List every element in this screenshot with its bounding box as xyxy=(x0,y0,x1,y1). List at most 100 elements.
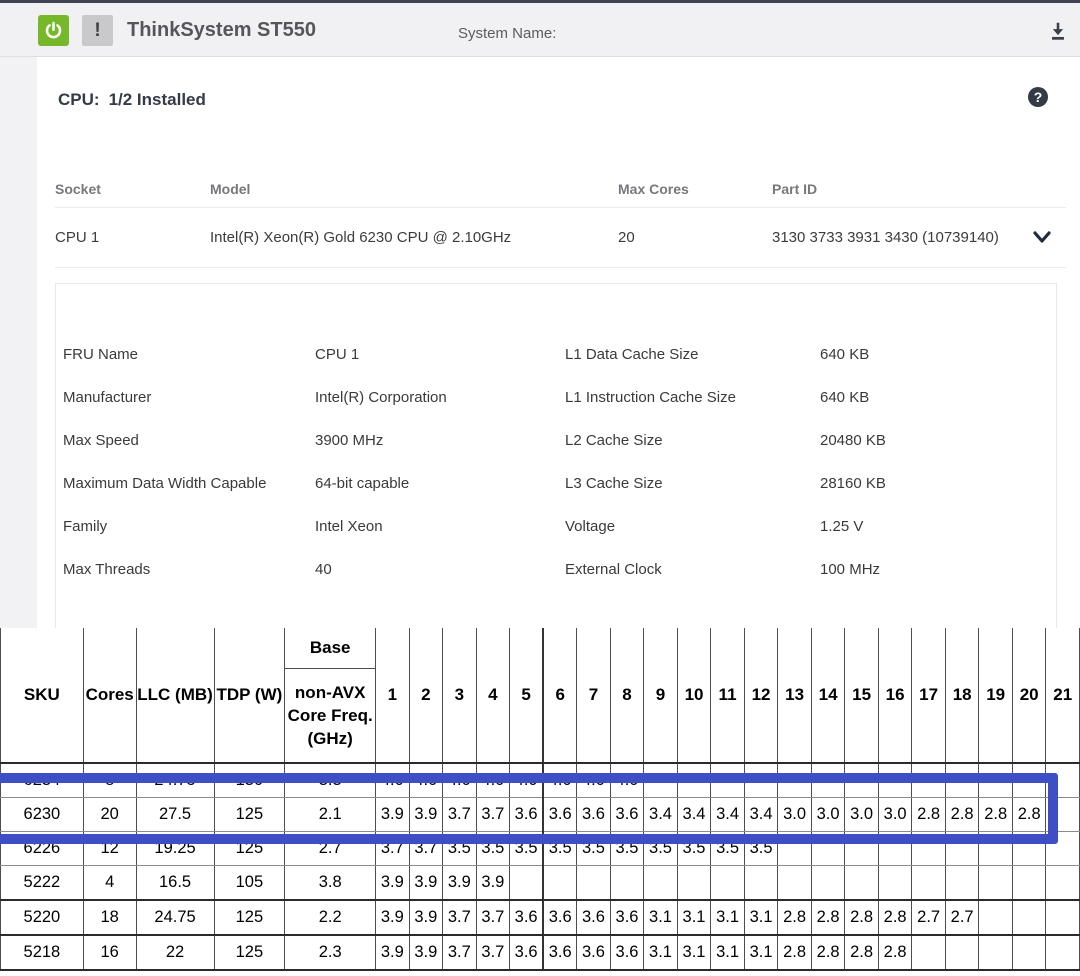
turbo-cell xyxy=(912,866,946,901)
turbo-cell: 3.9 xyxy=(376,866,410,901)
turbo-cell: 3.5 xyxy=(644,832,678,866)
turbo-cell xyxy=(1012,763,1046,798)
turbo-cell: 3.7 xyxy=(443,935,477,970)
page-title-value: 1/2 Installed xyxy=(109,90,206,109)
detail-label: L3 Cache Size xyxy=(565,475,820,492)
turbo-cell: 3.5 xyxy=(443,832,477,866)
turbo-cell: 3.7 xyxy=(376,832,410,866)
spec-row: 6234824.751303.34.04.04.04.04.04.04.04.0 xyxy=(1,763,1080,798)
spec-header-base-freq: Basenon-AVXCore Freq.(GHz) xyxy=(285,628,376,763)
detail-value: 1.25 V xyxy=(820,518,1056,535)
turbo-cell xyxy=(677,763,711,798)
detail-value: Intel Xeon xyxy=(315,518,565,535)
topbar: ! ThinkSystem ST550 System Name: xyxy=(0,0,1080,57)
detail-value: 64-bit capable xyxy=(315,475,565,492)
turbo-cell xyxy=(1012,832,1046,866)
turbo-cell xyxy=(1012,935,1046,970)
spec-cell: 4 xyxy=(83,866,136,901)
detail-row: Maximum Data Width Capable64-bit capable… xyxy=(56,462,1056,505)
turbo-cell xyxy=(979,866,1013,901)
spec-cell: 5220 xyxy=(1,900,84,935)
turbo-cell: 3.5 xyxy=(610,832,644,866)
turbo-cell xyxy=(778,866,812,901)
turbo-cell: 3.0 xyxy=(811,798,845,832)
spec-header-cell: SKU xyxy=(1,628,84,763)
spec-header-core-count: 18 xyxy=(945,628,979,763)
turbo-cell: 4.0 xyxy=(610,763,644,798)
help-button[interactable]: ? xyxy=(1028,87,1048,107)
turbo-cell xyxy=(811,832,845,866)
turbo-cell: 3.1 xyxy=(744,900,778,935)
spec-cell: 12 xyxy=(83,832,136,866)
turbo-cell: 2.8 xyxy=(878,900,912,935)
main-region: CPU:1/2 Installed ? Socket Model Max Cor… xyxy=(0,57,1080,628)
detail-value: Intel(R) Corporation xyxy=(315,389,565,406)
chevron-down-icon xyxy=(1030,225,1054,249)
spec-cell: 18 xyxy=(83,900,136,935)
detail-label: FRU Name xyxy=(63,346,315,363)
turbo-cell xyxy=(979,832,1013,866)
turbo-cell: 3.0 xyxy=(878,798,912,832)
column-header-model: Model xyxy=(210,181,618,197)
turbo-cell: 3.9 xyxy=(409,900,443,935)
turbo-cell: 3.6 xyxy=(543,935,577,970)
turbo-cell xyxy=(845,763,879,798)
detail-row: Max Speed3900 MHzL2 Cache Size20480 KB xyxy=(56,419,1056,462)
turbo-cell: 2.7 xyxy=(912,900,946,935)
turbo-cell: 2.8 xyxy=(811,935,845,970)
detail-label: Max Threads xyxy=(63,561,315,578)
turbo-cell: 3.6 xyxy=(510,900,544,935)
turbo-cell: 3.7 xyxy=(476,798,510,832)
spec-cell: 2.3 xyxy=(285,935,376,970)
spec-header-core-count: 21 xyxy=(1046,628,1080,763)
turbo-cell: 3.5 xyxy=(476,832,510,866)
turbo-cell: 3.6 xyxy=(543,798,577,832)
turbo-cell: 3.1 xyxy=(677,900,711,935)
spec-header-core-count: 14 xyxy=(811,628,845,763)
turbo-cell xyxy=(1046,900,1080,935)
turbo-cell xyxy=(979,763,1013,798)
spec-cell: 22 xyxy=(136,935,214,970)
download-button[interactable] xyxy=(1044,17,1072,45)
turbo-cell: 3.7 xyxy=(443,798,477,832)
cpu-table-row[interactable]: CPU 1 Intel(R) Xeon(R) Gold 6230 CPU @ 2… xyxy=(55,207,1066,268)
page-title: CPU: 1/2 Installed xyxy=(58,90,206,110)
turbo-cell xyxy=(979,935,1013,970)
spec-header-cell: LLC (MB) xyxy=(136,628,214,763)
turbo-cell: 4.0 xyxy=(510,763,544,798)
turbo-cell: 3.4 xyxy=(744,798,778,832)
spec-cell: 20 xyxy=(83,798,136,832)
spec-cell: 3.8 xyxy=(285,866,376,901)
turbo-cell xyxy=(945,935,979,970)
spec-cell: 2.2 xyxy=(285,900,376,935)
turbo-cell: 3.9 xyxy=(376,935,410,970)
page-title-prefix: CPU: xyxy=(58,90,100,109)
turbo-cell xyxy=(845,866,879,901)
column-header-socket: Socket xyxy=(55,181,210,197)
turbo-cell xyxy=(979,900,1013,935)
turbo-cell: 2.8 xyxy=(845,935,879,970)
spec-cell: 6230 xyxy=(1,798,84,832)
turbo-cell: 4.0 xyxy=(543,763,577,798)
spec-header-core-count: 12 xyxy=(744,628,778,763)
collapse-row-button[interactable] xyxy=(1030,225,1054,249)
turbo-cell: 2.7 xyxy=(945,900,979,935)
turbo-cell: 3.5 xyxy=(543,832,577,866)
turbo-cell: 3.4 xyxy=(677,798,711,832)
turbo-cell: 4.0 xyxy=(476,763,510,798)
turbo-cell xyxy=(878,832,912,866)
turbo-cell xyxy=(577,866,611,901)
turbo-cell: 2.8 xyxy=(979,798,1013,832)
spec-cell: 24.75 xyxy=(136,763,214,798)
turbo-cell xyxy=(744,763,778,798)
spec-header-core-count: 20 xyxy=(1012,628,1046,763)
detail-label: External Clock xyxy=(565,561,820,578)
turbo-cell: 3.9 xyxy=(376,900,410,935)
turbo-cell: 3.1 xyxy=(711,900,745,935)
app-title: ThinkSystem ST550 xyxy=(127,19,316,42)
turbo-cell xyxy=(1012,866,1046,901)
turbo-cell xyxy=(610,866,644,901)
health-status-badge[interactable]: ! xyxy=(82,15,113,46)
power-button[interactable] xyxy=(38,15,69,46)
spec-cell: 125 xyxy=(214,900,285,935)
